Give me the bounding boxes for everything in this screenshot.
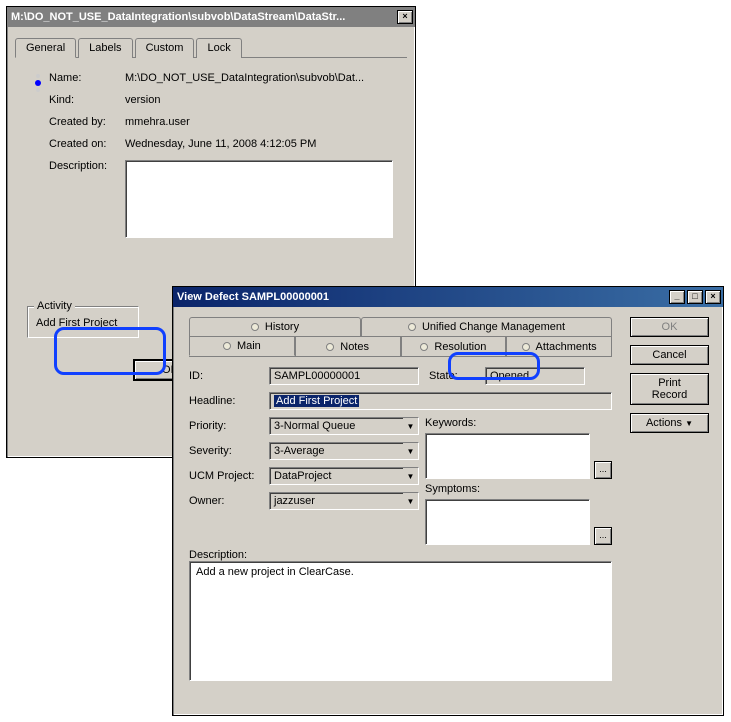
close-icon[interactable]: × bbox=[705, 290, 721, 304]
keywords-picker-button[interactable]: ... bbox=[594, 461, 612, 479]
id-field: SAMPL00000001 bbox=[269, 367, 419, 385]
state-label: State: bbox=[423, 370, 481, 382]
chevron-down-icon[interactable] bbox=[403, 442, 419, 460]
chevron-down-icon bbox=[685, 417, 693, 429]
view-defect-dialog[interactable]: View Defect SAMPL00000001 _ □ × History … bbox=[172, 286, 724, 716]
ucm-label: UCM Project: bbox=[189, 470, 265, 482]
keywords-label: Keywords: bbox=[425, 417, 476, 429]
tab-attachments[interactable]: Attachments bbox=[506, 336, 612, 356]
owner-combo[interactable]: jazzuser bbox=[269, 492, 419, 510]
activity-group-title: Activity bbox=[34, 300, 75, 312]
tab-strip: General Labels Custom Lock bbox=[15, 37, 407, 58]
tab-history[interactable]: History bbox=[189, 317, 361, 336]
tab-general[interactable]: General bbox=[15, 38, 76, 58]
created-by-label: Created by: bbox=[49, 116, 125, 128]
kind-value: version bbox=[125, 94, 395, 106]
activity-group: Activity Add First Project bbox=[27, 306, 139, 338]
tab-ucm[interactable]: Unified Change Management bbox=[361, 317, 612, 336]
headline-field[interactable]: Add First Project bbox=[269, 392, 612, 410]
window-title: View Defect SAMPL00000001 bbox=[177, 291, 669, 303]
chevron-down-icon[interactable] bbox=[403, 492, 419, 510]
name-label: Name: bbox=[49, 72, 125, 84]
tab-custom[interactable]: Custom bbox=[135, 38, 195, 58]
dot-icon bbox=[326, 343, 334, 351]
cancel-button[interactable]: Cancel bbox=[630, 345, 709, 365]
description-label: Description: bbox=[49, 160, 125, 172]
dot-icon bbox=[251, 323, 259, 331]
headline-label: Headline: bbox=[189, 395, 265, 407]
ucm-combo[interactable]: DataProject bbox=[269, 467, 419, 485]
severity-label: Severity: bbox=[189, 445, 265, 457]
kind-label: Kind: bbox=[49, 94, 125, 106]
defect-tab-strip: History Unified Change Management Main N… bbox=[189, 317, 612, 357]
minimize-icon[interactable]: _ bbox=[669, 290, 685, 304]
created-on-value: Wednesday, June 11, 2008 4:12:05 PM bbox=[125, 138, 395, 150]
chevron-down-icon[interactable] bbox=[403, 467, 419, 485]
dot-icon bbox=[223, 342, 231, 350]
tab-notes[interactable]: Notes bbox=[295, 336, 401, 356]
id-label: ID: bbox=[189, 370, 265, 382]
description-text[interactable]: Add a new project in ClearCase. bbox=[189, 561, 612, 681]
symptoms-list[interactable] bbox=[425, 499, 590, 545]
priority-combo[interactable]: 3-Normal Queue bbox=[269, 417, 419, 435]
name-value: M:\DO_NOT_USE_DataIntegration\subvob\Dat… bbox=[125, 72, 395, 84]
titlebar[interactable]: M:\DO_NOT_USE_DataIntegration\subvob\Dat… bbox=[7, 7, 415, 27]
print-record-button[interactable]: Print Record bbox=[630, 373, 709, 405]
activity-link[interactable]: Add First Project bbox=[36, 317, 130, 329]
window-title: M:\DO_NOT_USE_DataIntegration\subvob\Dat… bbox=[11, 11, 397, 23]
close-icon[interactable]: × bbox=[397, 10, 413, 24]
version-tree-icon bbox=[27, 72, 49, 248]
main-tab-panel: ID: SAMPL00000001 State: Opened Headline… bbox=[181, 357, 620, 691]
maximize-icon[interactable]: □ bbox=[687, 290, 703, 304]
priority-label: Priority: bbox=[189, 420, 265, 432]
description-field[interactable] bbox=[125, 160, 393, 238]
state-field: Opened bbox=[485, 367, 585, 385]
tab-labels[interactable]: Labels bbox=[78, 38, 132, 58]
symptoms-label: Symptoms: bbox=[425, 483, 480, 495]
created-on-label: Created on: bbox=[49, 138, 125, 150]
tab-resolution[interactable]: Resolution bbox=[401, 336, 507, 356]
titlebar[interactable]: View Defect SAMPL00000001 _ □ × bbox=[173, 287, 723, 307]
tab-lock[interactable]: Lock bbox=[196, 38, 241, 58]
dot-icon bbox=[420, 343, 428, 351]
ok-button: OK bbox=[630, 317, 709, 337]
dot-icon bbox=[522, 343, 530, 351]
dot-icon bbox=[408, 323, 416, 331]
chevron-down-icon[interactable] bbox=[403, 417, 419, 435]
owner-label: Owner: bbox=[189, 495, 265, 507]
severity-combo[interactable]: 3-Average bbox=[269, 442, 419, 460]
symptoms-picker-button[interactable]: ... bbox=[594, 527, 612, 545]
description-label: Description: bbox=[189, 549, 612, 561]
created-by-value: mmehra.user bbox=[125, 116, 395, 128]
keywords-list[interactable] bbox=[425, 433, 590, 479]
tab-main[interactable]: Main bbox=[189, 336, 295, 356]
actions-button[interactable]: Actions bbox=[630, 413, 709, 433]
